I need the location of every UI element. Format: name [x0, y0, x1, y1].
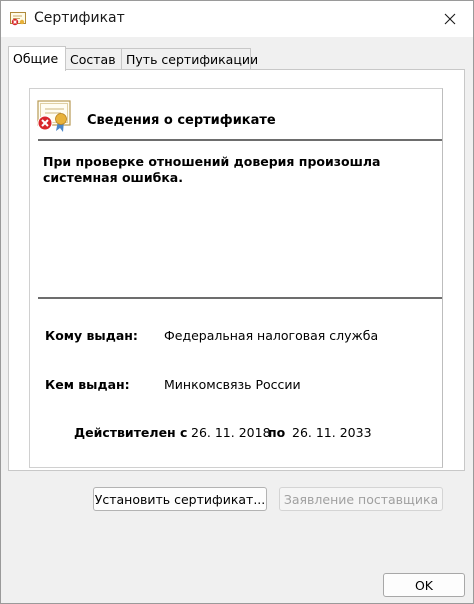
tab-label: Путь сертификации [126, 52, 259, 67]
title-bar: Сертификат [1, 1, 473, 37]
issued-to-value: Федеральная налоговая служба [164, 328, 379, 343]
tab-details[interactable]: Состав [65, 48, 122, 69]
issued-by-value: Минкомсвязь России [164, 377, 301, 392]
window-title: Сертификат [34, 10, 125, 26]
install-certificate-button[interactable]: Установить сертификат... [93, 487, 267, 511]
divider [38, 297, 442, 299]
issued-by-label: Кем выдан: [45, 377, 130, 392]
button-label: Заявление поставщика [283, 491, 439, 507]
tab-general[interactable]: Общие [8, 46, 66, 71]
valid-to-value: 26. 11. 2033 [292, 425, 372, 440]
ok-button[interactable]: OK [383, 573, 465, 597]
divider [38, 139, 442, 141]
issuer-statement-button[interactable]: Заявление поставщика [279, 487, 443, 511]
error-message: При проверке отношений доверия произошла… [43, 154, 381, 185]
close-icon [444, 13, 456, 25]
certificate-info-box: Сведения о сертификате При проверке отно… [29, 88, 443, 468]
certificate-dialog: Сертификат Общие Состав Путь сертификаци… [0, 0, 474, 604]
valid-from-value: 26. 11. 2018 [191, 425, 271, 440]
issued-to-label: Кому выдан: [45, 328, 138, 343]
certificate-icon [10, 12, 26, 26]
tab-certification-path[interactable]: Путь сертификации [121, 48, 258, 69]
tab-label: Состав [70, 52, 116, 67]
general-tab-panel: Сведения о сертификате При проверке отно… [8, 69, 465, 471]
button-label: Установить сертификат... [94, 491, 266, 507]
tab-label: Общие [13, 51, 59, 66]
valid-to-label: по [268, 425, 286, 440]
close-button[interactable] [427, 1, 473, 37]
button-label: OK [414, 577, 434, 593]
certificate-error-icon [37, 100, 71, 132]
valid-from-label: Действителен с [74, 425, 188, 440]
info-title: Сведения о сертификате [87, 113, 276, 128]
